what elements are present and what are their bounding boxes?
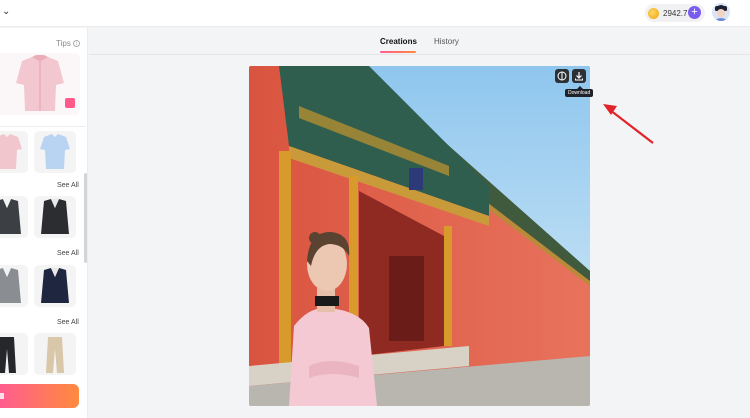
download-icon: [575, 72, 583, 81]
compare-icon: [557, 71, 567, 81]
shirt-icon: [0, 134, 22, 169]
chevron-down-icon[interactable]: ⌄: [2, 6, 10, 17]
tab-bar: Creations History: [89, 28, 750, 55]
garment-thumb-navy-blazer[interactable]: [34, 265, 76, 307]
credits-value: 2942.7: [663, 8, 688, 18]
generated-image[interactable]: [249, 66, 590, 406]
coin-icon: [648, 7, 659, 19]
compare-button[interactable]: [555, 69, 569, 83]
garment-thumb-grey-blazer[interactable]: [0, 196, 28, 238]
top-bar: ⌄ 2942.7 +: [0, 0, 750, 27]
avatar[interactable]: [712, 3, 730, 21]
add-credits-button[interactable]: +: [688, 6, 701, 19]
delete-icon[interactable]: [65, 98, 75, 108]
blazer-icon: [41, 199, 69, 234]
garment-thumb-light-grey-blazer[interactable]: [0, 265, 28, 307]
blazer-icon: [0, 199, 21, 234]
blazer-icon: [41, 268, 69, 303]
info-icon: i: [72, 40, 80, 47]
garment-thumb-black-pants[interactable]: [0, 333, 28, 375]
download-button[interactable]: [572, 69, 586, 83]
divider: [0, 126, 86, 127]
plus-icon: +: [691, 6, 698, 18]
tips-label: Tips: [56, 39, 71, 48]
result-photo: [249, 66, 590, 406]
user-avatar-icon: [712, 3, 730, 21]
tips-link[interactable]: Tips i: [56, 39, 80, 48]
tab-history[interactable]: History: [434, 37, 459, 46]
pants-icon: [46, 337, 64, 373]
generate-icon: [0, 393, 4, 399]
tab-creations[interactable]: Creations: [380, 37, 417, 46]
garment-thumb-khaki-pants[interactable]: [34, 333, 76, 375]
main-panel: Creations History Download: [89, 28, 750, 418]
generate-button[interactable]: [0, 384, 79, 408]
sidebar: Tips i See All See All See All: [0, 28, 88, 418]
shirt-icon: [40, 134, 70, 169]
blazer-icon: [0, 268, 21, 303]
sidebar-scrollbar[interactable]: [84, 173, 87, 263]
garment-thumb-pink-shirt[interactable]: [0, 131, 28, 173]
garment-thumb-blue-shirt[interactable]: [34, 131, 76, 173]
garment-thumb-charcoal-blazer[interactable]: [34, 196, 76, 238]
pants-icon: [0, 337, 16, 373]
see-all-link[interactable]: See All: [57, 250, 79, 257]
see-all-link[interactable]: See All: [57, 182, 79, 189]
active-tab-indicator: [380, 51, 416, 53]
download-tooltip: Download: [565, 86, 594, 97]
see-all-link[interactable]: See All: [57, 319, 79, 326]
